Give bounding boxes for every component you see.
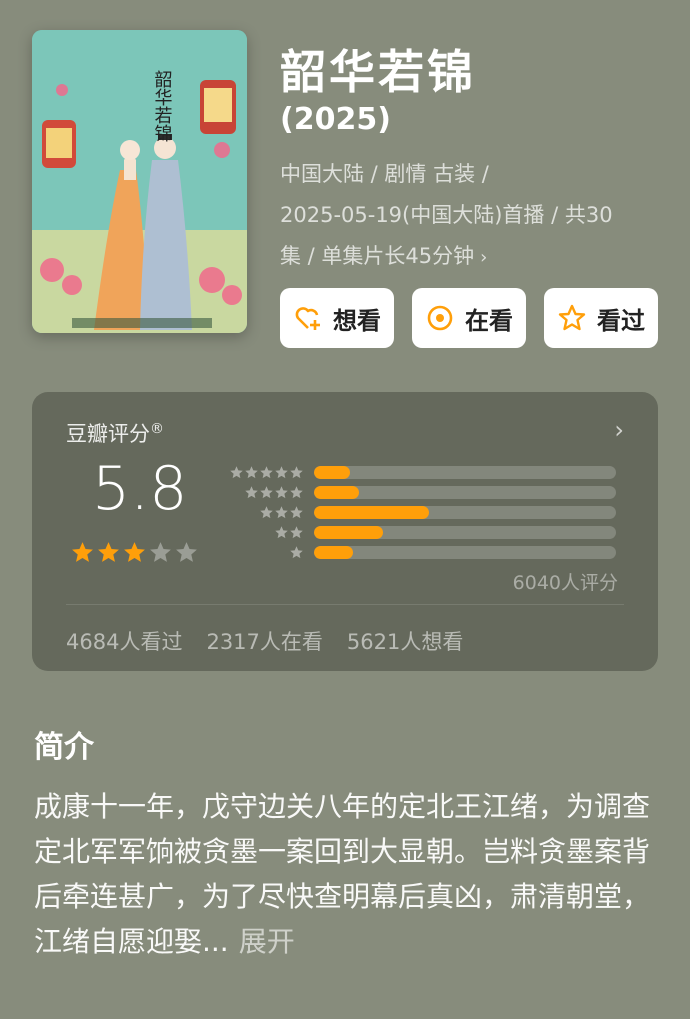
target-circle-icon (427, 305, 453, 331)
small-star-icon (290, 485, 303, 498)
poster-image[interactable]: 韶华若锦 (32, 30, 247, 333)
distribution-row (228, 522, 616, 542)
distribution-row (228, 462, 616, 482)
audience-stats: 4684人看过 2317人在看 5621人想看 (66, 626, 463, 656)
small-star-icon (230, 465, 243, 478)
intro-body: 成康十一年，戊守边关八年的定北王江绪，为调查定北军军饷被贪墨一案回到大显朝。岂料… (34, 790, 651, 958)
want-count[interactable]: 5621人想看 (347, 626, 463, 656)
small-star-icon (260, 505, 273, 518)
small-star-icon (275, 465, 288, 478)
divider (66, 604, 624, 605)
star-empty-icon (176, 542, 197, 562)
watching-label: 在看 (465, 306, 513, 335)
distribution-stars (228, 485, 304, 500)
distribution-row (228, 502, 616, 522)
star-empty-icon (150, 542, 171, 562)
small-star-icon (290, 545, 303, 558)
action-buttons: 想看 在看 看过 (280, 288, 658, 348)
meta-line-last: 集 / 单集片长45分钟 › (280, 236, 660, 278)
small-star-icon (260, 465, 273, 478)
distribution-bar-fill (314, 505, 429, 519)
rating-score: 5.8 (92, 454, 188, 524)
chevron-right-icon[interactable]: › (614, 416, 624, 444)
rating-card[interactable]: 豆瓣评分® › 5.8 6040人评分 4684人看过 2317人在看 5621… (32, 392, 658, 671)
distribution-bar-track (314, 545, 616, 559)
rating-label-text: 豆瓣评分 (66, 422, 150, 446)
want-label: 想看 (333, 306, 381, 335)
small-star-icon (275, 485, 288, 498)
meta-line: 2025-05-19(中国大陆)首播 / 共30 (280, 203, 613, 227)
distribution-stars (228, 525, 304, 540)
star-outline-icon (558, 304, 586, 331)
small-star-icon (275, 505, 288, 518)
star-filled-icon (72, 542, 93, 562)
star-filled-icon (98, 542, 119, 562)
watched-label: 看过 (597, 306, 645, 335)
release-year: (2025) (280, 102, 391, 137)
distribution-row (228, 482, 616, 502)
movie-meta[interactable]: 中国大陆 / 剧情 古装 / 2025-05-19(中国大陆)首播 / 共30 … (280, 154, 660, 278)
watched-count[interactable]: 4684人看过 (66, 626, 182, 656)
small-star-icon (290, 525, 303, 538)
distribution-bar-fill (314, 485, 360, 499)
small-star-icon (245, 465, 258, 478)
heart-plus-icon (295, 307, 320, 330)
small-star-icon (275, 525, 288, 538)
watching-button[interactable]: 在看 (412, 288, 526, 348)
distribution-stars (228, 505, 304, 520)
page-title: 韶华若锦 (280, 45, 476, 99)
rating-stars (70, 540, 199, 565)
small-star-icon (290, 465, 303, 478)
registered-mark: ® (150, 421, 164, 437)
poster-art: 韶华若锦 (32, 30, 247, 333)
meta-line-text: 集 / 单集片长45分钟 (280, 244, 475, 268)
distribution-bar-track (314, 485, 616, 499)
distribution-bar-fill (314, 465, 351, 479)
rating-label: 豆瓣评分® (66, 418, 164, 448)
want-to-watch-button[interactable]: 想看 (280, 288, 394, 348)
small-star-icon (290, 505, 303, 518)
expand-link[interactable]: 展开 (239, 925, 295, 958)
intro-title: 简介 (34, 730, 94, 765)
distribution-stars (228, 545, 304, 560)
distribution-bar-fill (314, 545, 354, 559)
poster-title-text: 韶华若锦 (152, 70, 173, 142)
rating-distribution (228, 462, 616, 562)
small-star-icon (260, 485, 273, 498)
intro-text: 成康十一年，戊守边关八年的定北王江绪，为调查定北军军饷被贪墨一案回到大显朝。岂料… (34, 784, 664, 964)
distribution-stars (228, 465, 304, 480)
small-star-icon (245, 485, 258, 498)
watching-count[interactable]: 2317人在看 (206, 626, 322, 656)
rating-count: 6040人评分 (512, 572, 618, 594)
distribution-bar-track (314, 525, 616, 539)
distribution-row (228, 542, 616, 562)
distribution-bar-track (314, 505, 616, 519)
star-filled-icon (124, 542, 145, 562)
chevron-right-icon: › (480, 247, 488, 268)
distribution-bar-fill (314, 525, 384, 539)
meta-line: 中国大陆 / 剧情 古装 / (280, 162, 489, 186)
watched-button[interactable]: 看过 (544, 288, 658, 348)
distribution-bar-track (314, 465, 616, 479)
